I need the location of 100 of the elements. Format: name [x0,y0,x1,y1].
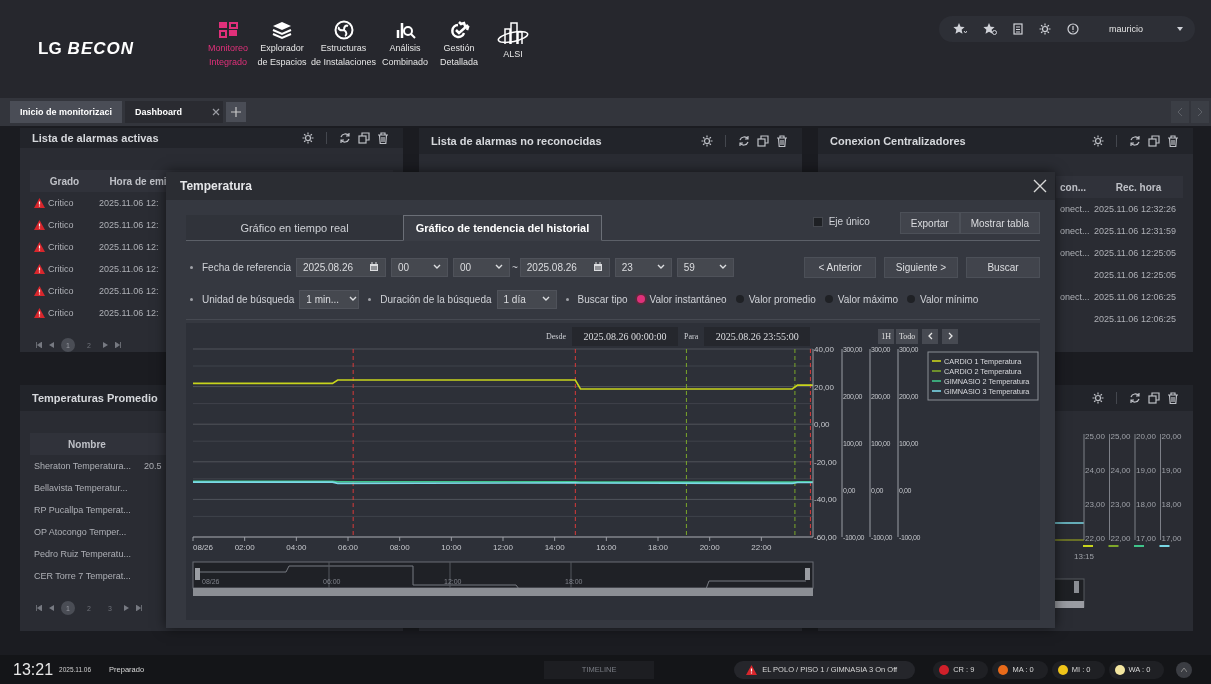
building-icon [496,20,531,46]
plus-icon [231,107,241,117]
table-cell: Critico [48,286,74,296]
gear-check-icon [448,20,471,40]
date-field[interactable]: 2025.08.26 [295,257,386,277]
tab[interactable]: Gráfico en tiempo real [186,215,403,241]
axis-label: 20,00 [1136,432,1157,441]
action-button[interactable]: Mostrar tabla [959,212,1040,234]
table-cell: Critico [48,242,74,252]
dropdown[interactable]: 1 día [496,289,557,309]
axis-label: 10:00 [441,543,462,552]
warning-icon [34,286,45,296]
panel-title: Lista de alarmas no reconocidas [431,135,603,147]
logo-brand: LG [38,39,62,59]
axis-label: 18:00 [648,543,669,552]
tab[interactable]: Inicio de monitorizaci [10,101,122,123]
date-field[interactable]: 2025.08.26 [519,257,610,277]
axis-label: 16:00 [596,543,617,552]
table-cell: onect... [1060,292,1090,302]
restore-icon [1148,135,1160,147]
nav-item[interactable]: Monitoreo Integrado [202,20,254,68]
zoom-button[interactable]: Todo [896,328,919,344]
close-icon[interactable] [1033,179,1047,193]
table-cell: 20.5 [144,461,162,471]
nav-item[interactable]: Análisis Combinado [379,20,432,68]
table-cell: Sheraton Temperatura... [34,461,131,471]
field-label: Fecha de referencia [202,261,291,273]
nav-item[interactable]: Estructuras de Instalaciones [310,20,378,68]
table-cell: RP Pucallpa Temperat... [34,505,131,515]
table-cell: onect... [1060,248,1090,258]
add-tab-button[interactable] [226,102,246,122]
chevron-down-icon [432,264,441,270]
chevron-down-icon [349,296,358,302]
settings-icon [1039,23,1051,35]
axis-label: 20,00 [814,382,835,392]
axis-label: 04:00 [286,543,307,552]
action-button[interactable]: Siguiente > [884,256,958,278]
last-page-icon [115,342,121,348]
nav-item[interactable]: Gestión Detallada [433,20,486,68]
grid-icon [217,20,239,40]
action-button[interactable]: < Anterior [804,256,876,278]
dialog-title: Temperatura [180,179,253,193]
radio-label[interactable]: Valor promedio [748,293,816,305]
layers-icon [271,20,293,40]
next-button[interactable] [942,328,959,344]
table-cell: OP Atocongo Temper... [34,527,127,537]
chevron-left-icon [927,332,933,340]
dropdown[interactable]: 1 min... [299,289,360,309]
chevron-down-icon [718,264,727,270]
axis-label: 22,00 [1110,534,1131,543]
zoom-button[interactable]: 1H [878,328,894,344]
previous-button[interactable] [922,328,939,344]
field-label: Duración de la búsqueda [380,293,492,305]
warning-icon [34,308,45,318]
axis-label: 20:00 [699,543,720,552]
radio-button[interactable] [735,295,744,303]
nav-item[interactable]: ALSI [487,20,540,68]
radio-label[interactable]: Valor máximo [837,293,899,305]
fan-icon [332,20,355,40]
action-button[interactable]: Exportar [899,212,960,234]
panel-title: Conexion Centralizadores [830,135,967,147]
field-label: Unidad de búsqueda [202,293,295,305]
settings-icon [302,132,314,144]
dropdown[interactable]: 59 [676,257,734,277]
column-header[interactable]: con... [1060,181,1087,193]
radio-label[interactable]: Valor mínimo [920,293,979,305]
date-time-field[interactable]: 2025.08.26 00:00:00 [572,326,678,346]
column-header[interactable]: Hora de emi [109,175,167,187]
axis-label: 06:00 [338,543,359,552]
axis-label: 18,00 [1136,500,1157,509]
axis-label: 23,00 [1110,500,1131,509]
expand-button[interactable] [1176,661,1193,678]
radio-button[interactable] [907,295,916,303]
tab[interactable]: Dashboard [125,101,223,123]
dropdown[interactable]: 00 [452,257,510,277]
axis-label: -60,00 [814,533,837,542]
panel-title: Temperaturas Promedio [32,392,159,404]
table-cell: 2025.11.06 12:25:05 [1094,270,1176,280]
table-cell: 2025.11.06 12:25:05 [1094,248,1176,258]
dropdown[interactable]: 00 [390,257,448,277]
tab[interactable]: Gráfico de tendencia del historial [403,215,602,241]
next-page-icon [124,605,129,611]
radio-button[interactable] [636,295,645,303]
column-header[interactable]: Grado [49,175,80,187]
date-time-field[interactable]: 2025.08.26 23:55:00 [704,326,811,346]
column-header[interactable]: Nombre [68,438,106,450]
column-header[interactable]: Rec. hora [1115,181,1162,193]
table-cell: Critico [48,220,74,230]
checkbox[interactable] [812,216,823,227]
user-name[interactable]: mauricio [1109,24,1143,34]
trash-icon [776,135,788,147]
radio-label[interactable]: Valor instantáneo [649,293,727,305]
dropdown[interactable]: 23 [614,257,672,277]
first-page-icon [36,605,42,611]
chevron-right-icon [947,332,953,340]
radio-button[interactable] [824,295,833,303]
action-button[interactable]: Buscar [966,256,1040,278]
checkbox-label: Eje único [828,216,870,227]
refresh-icon [738,135,750,147]
nav-item[interactable]: Explorador de Espacios [256,20,308,68]
